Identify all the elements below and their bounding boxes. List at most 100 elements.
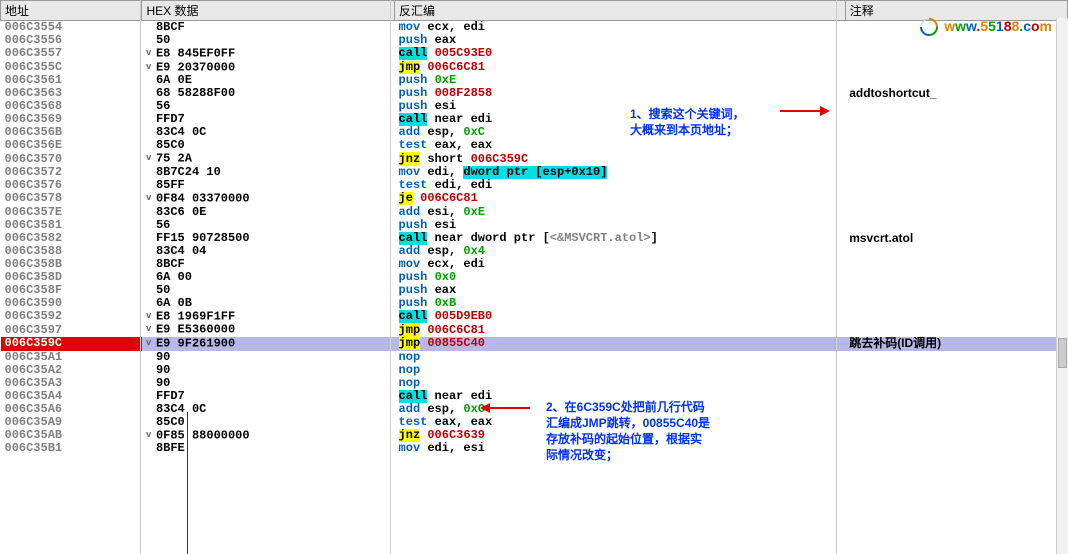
disasm-row[interactable]: 006C3557vE8 845EF0FFcall 005C93E0 [1,47,1068,61]
scroll-thumb[interactable] [1058,338,1067,368]
disasm-row[interactable]: 006C358B8BCFmov ecx, edi [1,258,1068,271]
hex-bytes: E9 20370000 [156,61,235,75]
jump-guide-line [187,412,188,554]
vertical-scrollbar[interactable] [1056,18,1068,554]
disasm-row[interactable]: 006C358D6A 00push 0x0 [1,271,1068,284]
hex-bytes: E9 9F261900 [156,337,235,351]
comment-cell[interactable] [845,219,1067,232]
comment-cell[interactable] [845,284,1067,297]
disasm-row[interactable]: 006C35A683C4 0Cadd esp, 0xC [1,403,1068,416]
expand-icon[interactable]: v [146,310,156,323]
address: 006C3561 [5,74,63,87]
disasm-row[interactable]: 006C35616A 0Epush 0xE [1,74,1068,87]
expand-icon[interactable]: v [146,61,156,74]
comment-cell[interactable] [845,442,1067,455]
disasm-row[interactable]: 006C35A190nop [1,351,1068,364]
disasm-row[interactable]: 006C35548BCFmov ecx, edi [1,21,1068,35]
annotation-1: 1、搜索这个关键词， 大概来到本页地址； [630,106,745,138]
address: 006C358F [5,284,63,297]
comment-cell[interactable] [845,271,1067,284]
expand-icon[interactable]: v [146,429,156,442]
disasm-row[interactable]: 006C3578v0F84 03370000je 006C6C81 [1,192,1068,206]
comment-cell[interactable] [845,364,1067,377]
disasm-row[interactable]: 006C3570v75 2Ajnz short 006C359C [1,152,1068,166]
disasm-row[interactable]: 006C358156push esi [1,219,1068,232]
expand-icon[interactable]: v [146,192,156,205]
comment-cell[interactable] [845,403,1067,416]
comment-cell[interactable]: msvcrt.atol [845,232,1067,245]
comment-cell[interactable] [845,152,1067,166]
hex-bytes: E8 1969F1FF [156,310,235,324]
expand-icon[interactable]: v [146,337,156,350]
disasm-row[interactable]: 006C35728B7C24 10mov edi, dword ptr [esp… [1,166,1068,179]
comment-cell[interactable] [845,416,1067,429]
comment-cell[interactable] [845,179,1067,192]
disasm-row[interactable]: 006C3569FFD7call near edi [1,113,1068,126]
comment-cell[interactable] [845,390,1067,403]
logo-icon [920,18,938,36]
comment-cell[interactable] [845,258,1067,271]
disasm-row[interactable]: 006C35A390nop [1,377,1068,390]
disasm-row[interactable]: 006C356B83C4 0Cadd esp, 0xC [1,126,1068,139]
comment-cell[interactable] [845,377,1067,390]
asm-cell: test edi, edi [395,179,846,192]
disasm-row[interactable]: 006C357685FFtest edi, edi [1,179,1068,192]
comment-cell[interactable] [845,192,1067,206]
comment-cell[interactable] [845,206,1067,219]
disasm-row[interactable]: 006C356E85C0test eax, eax [1,139,1068,152]
disasm-row[interactable]: 006C35A290nop [1,364,1068,377]
disasm-row[interactable]: 006C355CvE9 20370000jmp 006C6C81 [1,61,1068,75]
address: 006C3563 [5,87,63,100]
address: 006C35B1 [5,442,63,455]
comment-cell[interactable]: addtoshortcut_ [845,87,1067,100]
address: 006C3592 [5,310,63,323]
hex-bytes: 50 [156,34,170,47]
comment-cell[interactable] [845,61,1067,75]
comment-cell[interactable] [845,429,1067,443]
address: 006C3581 [5,219,63,232]
comment-cell[interactable] [845,310,1067,324]
disasm-row[interactable]: 006C357E83C6 0Eadd esi, 0xE [1,206,1068,219]
hex-bytes: 6A 0B [156,297,192,310]
comment-cell[interactable]: 跳去补码(ID调用) [845,337,1067,351]
disassembly-table[interactable]: 地址 HEX 数据 反汇编 注释 006C35548BCFmov ecx, ed… [0,0,1068,455]
asm-cell: mov edi, dword ptr [esp+0x10] [395,166,846,179]
expand-icon[interactable]: v [146,323,156,336]
disasm-row[interactable]: 006C35ABv0F85 88000000jnz 006C3639 [1,429,1068,443]
asm-cell: call 005D9EB0 [395,310,846,324]
comment-cell[interactable] [845,245,1067,258]
header-hex[interactable]: HEX 数据 [142,1,395,21]
comment-cell[interactable] [845,351,1067,364]
disasm-row[interactable]: 006C35A4FFD7call near edi [1,390,1068,403]
disasm-row[interactable]: 006C35A985C0test eax, eax [1,416,1068,429]
expand-icon[interactable]: v [146,47,156,60]
disasm-row[interactable]: 006C3592 vE8 1969F1FF call 005D9EB0 [1,310,1068,324]
disasm-row[interactable]: 006C358F50push eax [1,284,1068,297]
header-asm[interactable]: 反汇编 [395,1,846,21]
comment-cell[interactable] [845,139,1067,152]
address: 006C3556 [5,34,63,47]
disasm-row[interactable]: 006C3597vE9 E5360000jmp 006C6C81 [1,323,1068,337]
disasm-row[interactable]: 006C355650push eax [1,34,1068,47]
comment-cell[interactable] [845,100,1067,113]
disasm-row[interactable]: 006C35B18BFEmov edi, esi [1,442,1068,455]
disasm-row[interactable]: 006C3582FF15 90728500call near dword ptr… [1,232,1068,245]
annotation-2: 2、在6C359C处把前几行代码 汇编成JMP跳转，00855C40是 存放补码… [546,399,710,463]
asm-cell: jmp 006C6C81 [395,61,846,75]
comment-cell[interactable] [845,297,1067,310]
comment-cell[interactable] [845,47,1067,61]
expand-icon[interactable]: v [146,152,156,165]
disasm-row[interactable]: 006C358883C4 04add esp, 0x4 [1,245,1068,258]
disasm-row[interactable]: 006C356856push esi [1,100,1068,113]
header-address[interactable]: 地址 [1,1,142,21]
address: 006C356E [5,139,63,152]
comment-cell[interactable] [845,166,1067,179]
address: 006C35A2 [5,364,63,377]
comment-cell[interactable] [845,113,1067,126]
comment-cell[interactable] [845,323,1067,337]
disasm-row[interactable]: 006C35906A 0Bpush 0xB [1,297,1068,310]
disasm-row[interactable]: 006C356368 58288F00push 008F2858addtosho… [1,87,1068,100]
disasm-row[interactable]: 006C359CvE9 9F261900jmp 00855C40跳去补码(ID调… [1,337,1068,351]
comment-cell[interactable] [845,126,1067,139]
comment-cell[interactable] [845,74,1067,87]
